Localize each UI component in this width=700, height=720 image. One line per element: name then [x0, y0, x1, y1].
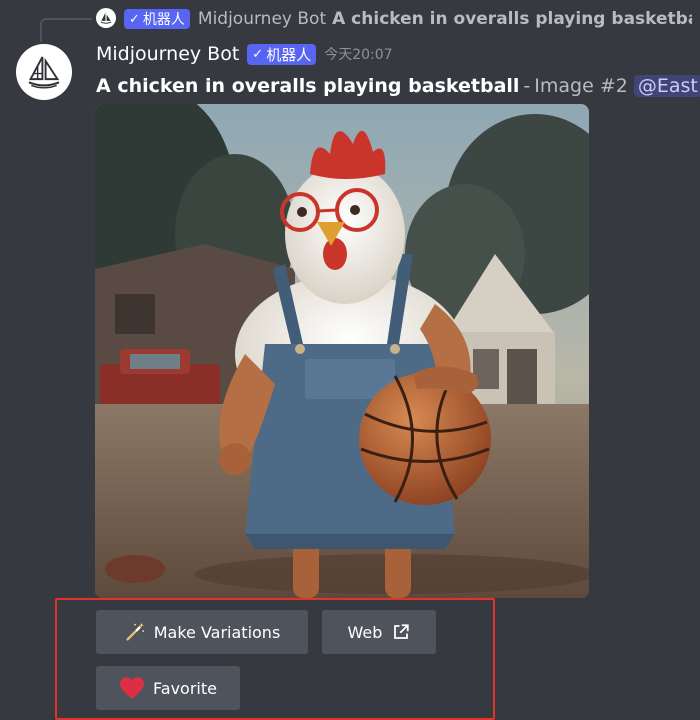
bot-tag-label: 机器人	[266, 45, 312, 64]
reply-username[interactable]: Midjourney Bot	[198, 9, 326, 29]
sailboat-logo-icon	[28, 56, 60, 89]
reply-reference[interactable]: ✓ 机器人 Midjourney Bot A chicken in overal…	[0, 0, 700, 42]
web-label: Web	[347, 622, 383, 642]
web-button[interactable]: Web	[322, 610, 436, 654]
heart-icon	[119, 676, 145, 700]
prompt-text: A chicken in overalls playing basketball	[96, 75, 520, 97]
message-header: Midjourney Bot ✓ 机器人 今天20:07	[96, 40, 393, 68]
chicken-basketball-image	[95, 104, 589, 598]
make-variations-label: Make Variations	[153, 622, 281, 642]
sailboat-logo-icon	[100, 12, 112, 24]
check-icon: ✓	[129, 11, 140, 27]
check-icon: ✓	[252, 46, 264, 62]
timestamp[interactable]: 今天20:07	[324, 44, 392, 64]
magic-wand-icon	[124, 621, 146, 643]
reply-content[interactable]: ✓ 机器人 Midjourney Bot A chicken in overal…	[124, 8, 692, 30]
bot-tag: ✓ 机器人	[247, 43, 317, 65]
external-link-icon	[392, 623, 410, 641]
avatar[interactable]	[16, 44, 72, 100]
separator: -	[523, 75, 531, 97]
favorite-button[interactable]: Favorite	[96, 666, 240, 710]
user-mention[interactable]: @East	[633, 75, 700, 97]
reply-connector	[40, 18, 92, 42]
username[interactable]: Midjourney Bot	[96, 43, 239, 65]
reply-bot-tag-label: 机器人	[142, 12, 185, 28]
image-number: Image #2	[534, 75, 628, 97]
message-content: A chicken in overalls playing basketball…	[96, 72, 700, 100]
reply-avatar[interactable]	[96, 8, 116, 28]
favorite-label: Favorite	[153, 678, 217, 698]
generated-image[interactable]	[95, 104, 589, 598]
reply-text[interactable]: A chicken in overalls playing basketball	[332, 9, 692, 29]
reply-bot-tag: ✓ 机器人	[124, 9, 190, 29]
make-variations-button[interactable]: Make Variations	[96, 610, 308, 654]
